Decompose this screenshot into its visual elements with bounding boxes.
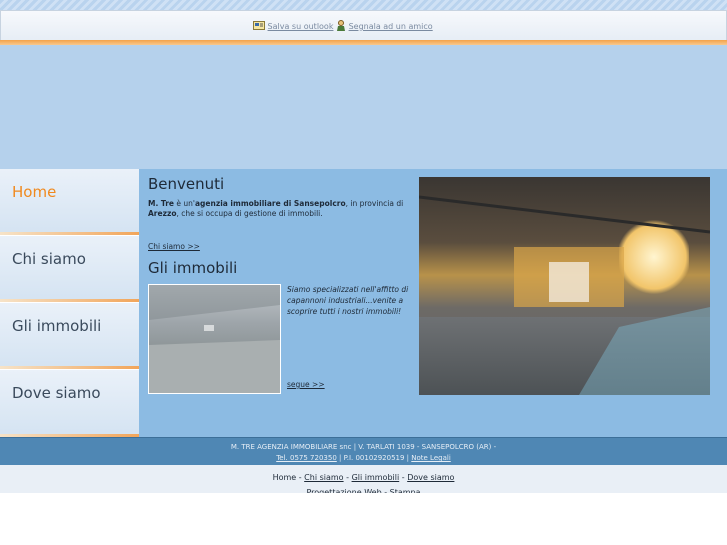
phone-link[interactable]: Tel. 0575 720350	[276, 454, 337, 462]
footer: M. TRE AGENZIA IMMOBILIARE snc | V. TARL…	[0, 437, 727, 466]
utility-toolbar: Salva su outlook Segnala ad un amico	[0, 10, 727, 41]
nav-underline	[0, 299, 139, 302]
nav-item-home[interactable]: Home	[0, 169, 139, 236]
bottom-nav-gli-immobili[interactable]: Gli immobili	[352, 473, 400, 482]
nav-item-dove-siamo[interactable]: Dove siamo	[0, 370, 139, 437]
nav-underline	[0, 366, 139, 369]
bottom-nav-home[interactable]: Home	[273, 473, 297, 482]
vat-number: | P.I. 00102920519 |	[336, 454, 412, 462]
top-stripe	[0, 0, 727, 10]
outlook-icon[interactable]	[253, 21, 265, 32]
agency-strong: agenzia immobiliare di Sansepolcro	[194, 199, 346, 208]
bottom-nav-dove-siamo[interactable]: Dove siamo	[407, 473, 454, 482]
header-banner	[0, 45, 727, 170]
nav-item-chi-siamo[interactable]: Chi siamo	[0, 236, 139, 303]
province-strong: Arezzo	[148, 209, 177, 218]
sidebar-nav: Home Chi siamo Gli immobili Dove siamo	[0, 169, 139, 437]
properties-title: Gli immobili	[148, 259, 238, 277]
nav-label: Dove siamo	[12, 384, 101, 402]
nav-item-gli-immobili[interactable]: Gli immobili	[0, 303, 139, 370]
separator: -	[343, 473, 352, 482]
nav-label: Home	[12, 183, 57, 201]
nav-label: Gli immobili	[12, 317, 102, 335]
bottom-cut-text: Progettazione Web - Stampa	[0, 489, 727, 493]
save-outlook-link[interactable]: Salva su outlook	[268, 22, 334, 31]
tell-friend-icon[interactable]	[336, 20, 346, 33]
nav-label: Chi siamo	[12, 250, 86, 268]
properties-text: Siamo specializzati nell'affitto di capa…	[287, 285, 409, 316]
company-name: M. Tre	[148, 199, 175, 208]
chi-siamo-link[interactable]: Chi siamo >>	[148, 242, 200, 251]
footer-line2: Tel. 0575 720350 | P.I. 00102920519 | No…	[0, 454, 727, 462]
tell-friend-link[interactable]: Segnala ad un amico	[349, 22, 433, 31]
warehouse-photo[interactable]	[148, 284, 281, 394]
welcome-text-part: , in provincia di	[345, 199, 404, 208]
welcome-title: Benvenuti	[148, 175, 225, 193]
welcome-text: M. Tre è un'agenzia immobiliare di Sanse…	[148, 199, 408, 219]
bottom-nav-chi-siamo[interactable]: Chi siamo	[304, 473, 343, 482]
separator: -	[296, 473, 305, 482]
welcome-text-part: è un'	[174, 199, 195, 208]
interior-photo	[419, 177, 710, 395]
nav-underline	[0, 232, 139, 235]
bottom-nav: Home - Chi siamo - Gli immobili - Dove s…	[0, 465, 727, 493]
segue-link[interactable]: segue >>	[287, 380, 325, 389]
welcome-text-part: , che si occupa di gestione di immobili.	[176, 209, 323, 218]
legal-notes-link[interactable]: Note Legali	[411, 454, 451, 462]
separator: -	[399, 473, 408, 482]
footer-address: M. TRE AGENZIA IMMOBILIARE snc | V. TARL…	[230, 443, 497, 451]
